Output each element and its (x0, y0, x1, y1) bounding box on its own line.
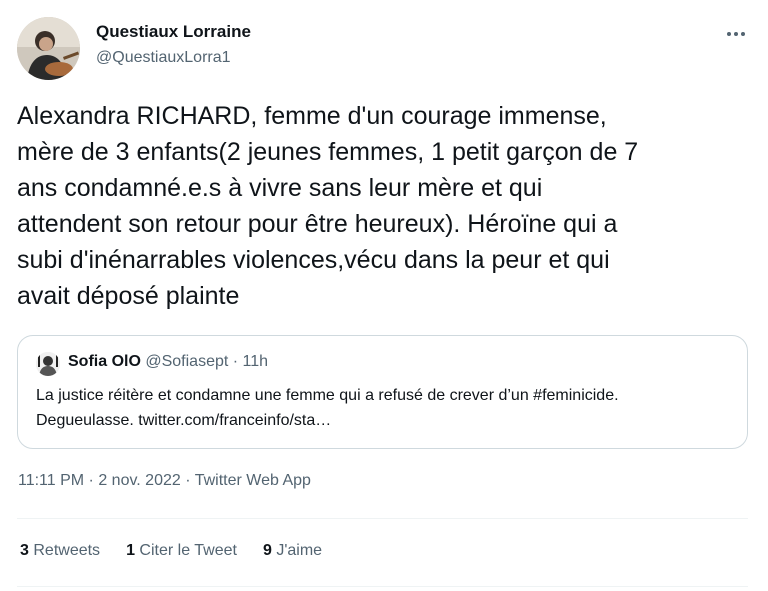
tweet-time[interactable]: 11:11 PM (18, 472, 84, 489)
quoted-tweet-text: La justice réitère et condamne une femme… (36, 387, 619, 429)
engagement-stats: 3 Retweets 1 Citer le Tweet 9 J'aime (20, 542, 322, 560)
quoted-author-name: Sofia OlO (68, 353, 141, 370)
quote-tweets-label: Citer le Tweet (139, 542, 237, 559)
timestamp-separator: · (84, 472, 99, 489)
retweets-count: 3 (20, 542, 29, 559)
divider (17, 518, 748, 519)
author-avatar[interactable] (17, 17, 80, 80)
retweets-stat[interactable]: 3 Retweets (20, 542, 100, 560)
author-display-name[interactable]: Questiaux Lorraine (96, 22, 251, 42)
author-handle[interactable]: @QuestiauxLorra1 (96, 49, 231, 67)
quoted-tweet-card[interactable]: Sofia OlO @Sofiasept · 11h La justice ré… (17, 335, 748, 449)
quoted-author-avatar (36, 352, 60, 376)
quoted-avatar-image (36, 352, 60, 376)
tweet-detail: Questiaux Lorraine @QuestiauxLorra1 Alex… (0, 0, 768, 591)
likes-stat[interactable]: 9 J'aime (263, 542, 322, 560)
author-avatar-image (17, 17, 80, 80)
likes-label: J'aime (276, 542, 323, 559)
tweet-source[interactable]: Twitter Web App (195, 472, 311, 489)
more-options-button[interactable] (720, 20, 752, 48)
quoted-author-meta: @Sofiasept · 11h (145, 353, 269, 370)
more-horizontal-icon (727, 32, 745, 36)
tweet-timestamp-row: 11:11 PM · 2 nov. 2022 · Twitter Web App (18, 472, 311, 490)
quote-tweets-count: 1 (126, 542, 135, 559)
tweet-date[interactable]: 2 nov. 2022 (98, 472, 180, 489)
quoted-tweet-header: Sofia OlO @Sofiasept · 11h (68, 353, 268, 371)
likes-count: 9 (262, 542, 272, 559)
retweets-label: Retweets (33, 542, 101, 559)
tweet-text: Alexandra RICHARD, femme d'un courage im… (17, 102, 639, 310)
timestamp-separator: · (180, 472, 195, 489)
quote-tweets-stat[interactable]: 1 Citer le Tweet (126, 542, 237, 560)
divider (17, 586, 748, 587)
